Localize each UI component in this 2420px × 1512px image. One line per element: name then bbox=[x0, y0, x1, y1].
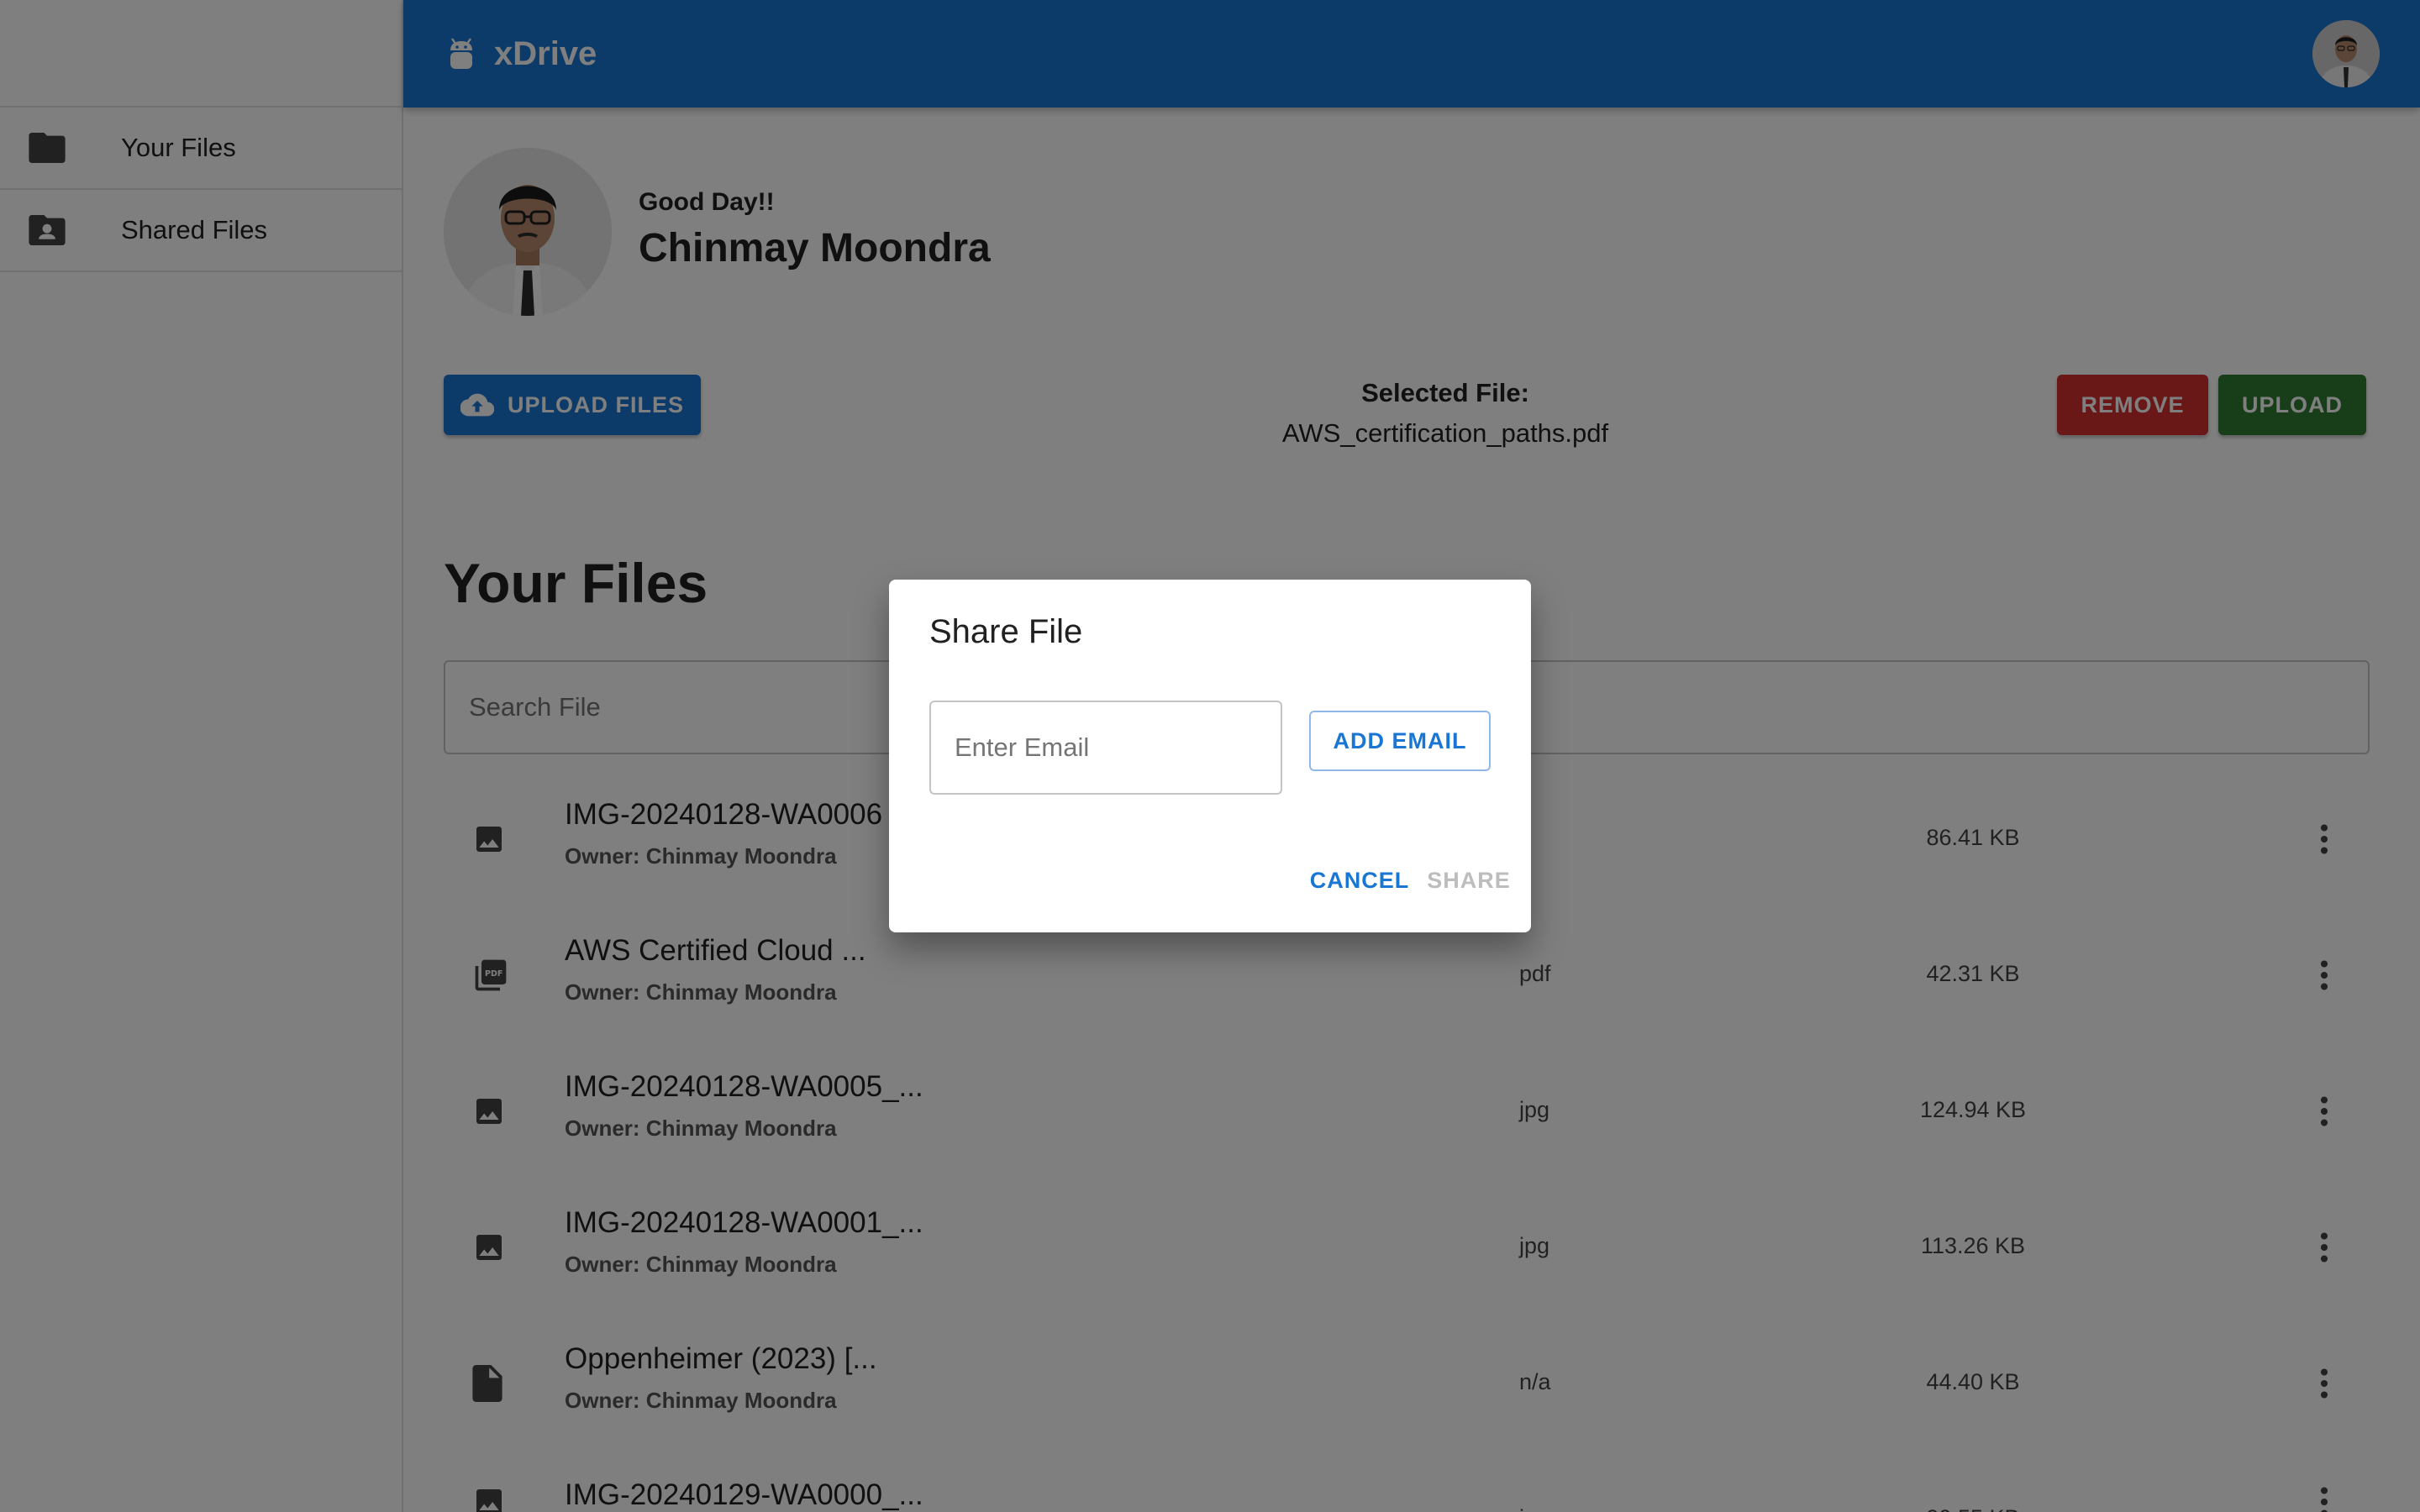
add-email-button[interactable]: ADD EMAIL bbox=[1309, 711, 1491, 771]
dialog-title: Share File bbox=[929, 613, 1083, 650]
app-root: Your Files Shared Files xDrive bbox=[0, 0, 2420, 1512]
email-field[interactable] bbox=[929, 701, 1282, 795]
share-button[interactable]: SHARE bbox=[1410, 855, 1528, 906]
share-file-dialog: Share File ADD EMAIL CANCEL SHARE bbox=[889, 580, 1531, 932]
